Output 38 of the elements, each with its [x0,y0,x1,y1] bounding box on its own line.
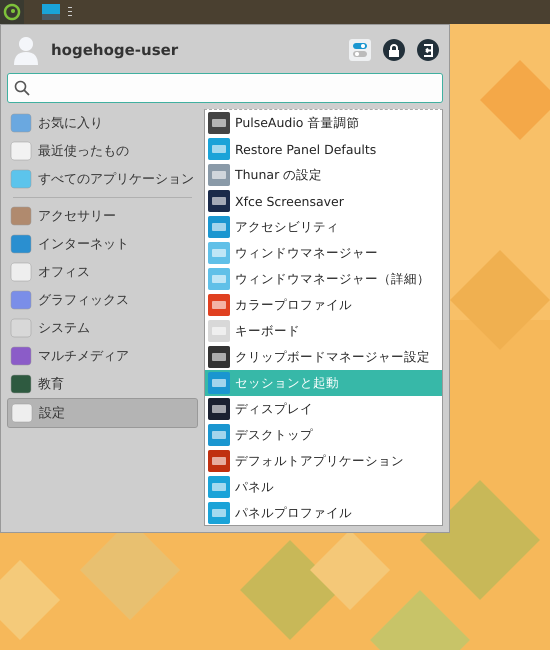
logo-icon [3,3,21,21]
app-item[interactable]: ディスプレイ [205,396,442,422]
app-item[interactable]: デフォルトアプリケーション [205,448,442,474]
app-item[interactable]: ウィンドウマネージャー [205,240,442,266]
app-item[interactable]: カラープロファイル [205,292,442,318]
app-item[interactable]: Restore Panel Defaults [205,136,442,162]
category-item[interactable]: マルチメディア [7,342,198,370]
app-item[interactable]: キーボード [205,318,442,344]
workspace-icon[interactable] [42,4,60,20]
category-item[interactable]: システム [7,314,198,342]
logout-button[interactable] [417,39,439,61]
category-item[interactable]: 教育 [7,370,198,398]
app-item[interactable]: Xfce Screensaver [205,188,442,214]
category-item[interactable]: アクセサリー [7,202,198,230]
logout-icon [422,44,434,56]
user-name: hogehoge-user [51,41,178,59]
category-item[interactable]: オフィス [7,258,198,286]
app-item[interactable]: パネル [205,474,442,500]
user-avatar-icon [11,35,41,65]
search-field[interactable] [7,73,443,103]
lock-icon [388,44,400,56]
search-icon [14,80,30,96]
lock-button[interactable] [383,39,405,61]
app-item[interactable]: アクセシビリティ [205,214,442,240]
app-item[interactable]: デスクトップ [205,422,442,448]
category-item[interactable]: すべてのアプリケーション [7,165,198,193]
app-item[interactable]: パネルプロファイル [205,500,442,525]
app-menu-button[interactable] [0,0,24,24]
settings-button[interactable] [349,39,371,61]
category-item[interactable]: インターネット [7,230,198,258]
category-item[interactable]: お気に入り [7,109,198,137]
app-item[interactable]: Thunar の設定 [205,162,442,188]
category-item[interactable]: 最近使ったもの [7,137,198,165]
app-item[interactable]: クリップボードマネージャー設定 [205,344,442,370]
category-item[interactable]: グラフィックス [7,286,198,314]
app-item[interactable]: ウィンドウマネージャー（詳細） [205,266,442,292]
category-item[interactable]: 設定 [7,398,198,428]
app-item[interactable]: PulseAudio 音量調節 [205,110,442,136]
